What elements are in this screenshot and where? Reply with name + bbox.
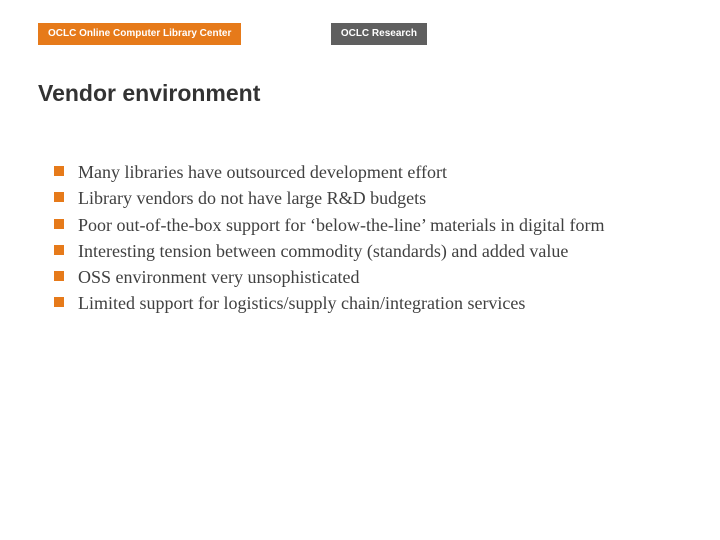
header-bar: OCLC Online Computer Library Center OCLC… xyxy=(30,23,690,49)
list-item: Many libraries have outsourced developme… xyxy=(50,160,680,184)
list-item: Poor out-of-the-box support for ‘below-t… xyxy=(50,213,680,237)
list-item: Limited support for logistics/supply cha… xyxy=(50,291,680,315)
slide-title: Vendor environment xyxy=(38,80,260,107)
slide-content: Many libraries have outsourced developme… xyxy=(50,160,680,318)
oclc-main-badge: OCLC Online Computer Library Center xyxy=(38,23,241,45)
list-item: Interesting tension between commodity (s… xyxy=(50,239,680,263)
bullet-list: Many libraries have outsourced developme… xyxy=(50,160,680,316)
oclc-research-badge: OCLC Research xyxy=(331,23,427,45)
list-item: Library vendors do not have large R&D bu… xyxy=(50,186,680,210)
list-item: OSS environment very unsophisticated xyxy=(50,265,680,289)
